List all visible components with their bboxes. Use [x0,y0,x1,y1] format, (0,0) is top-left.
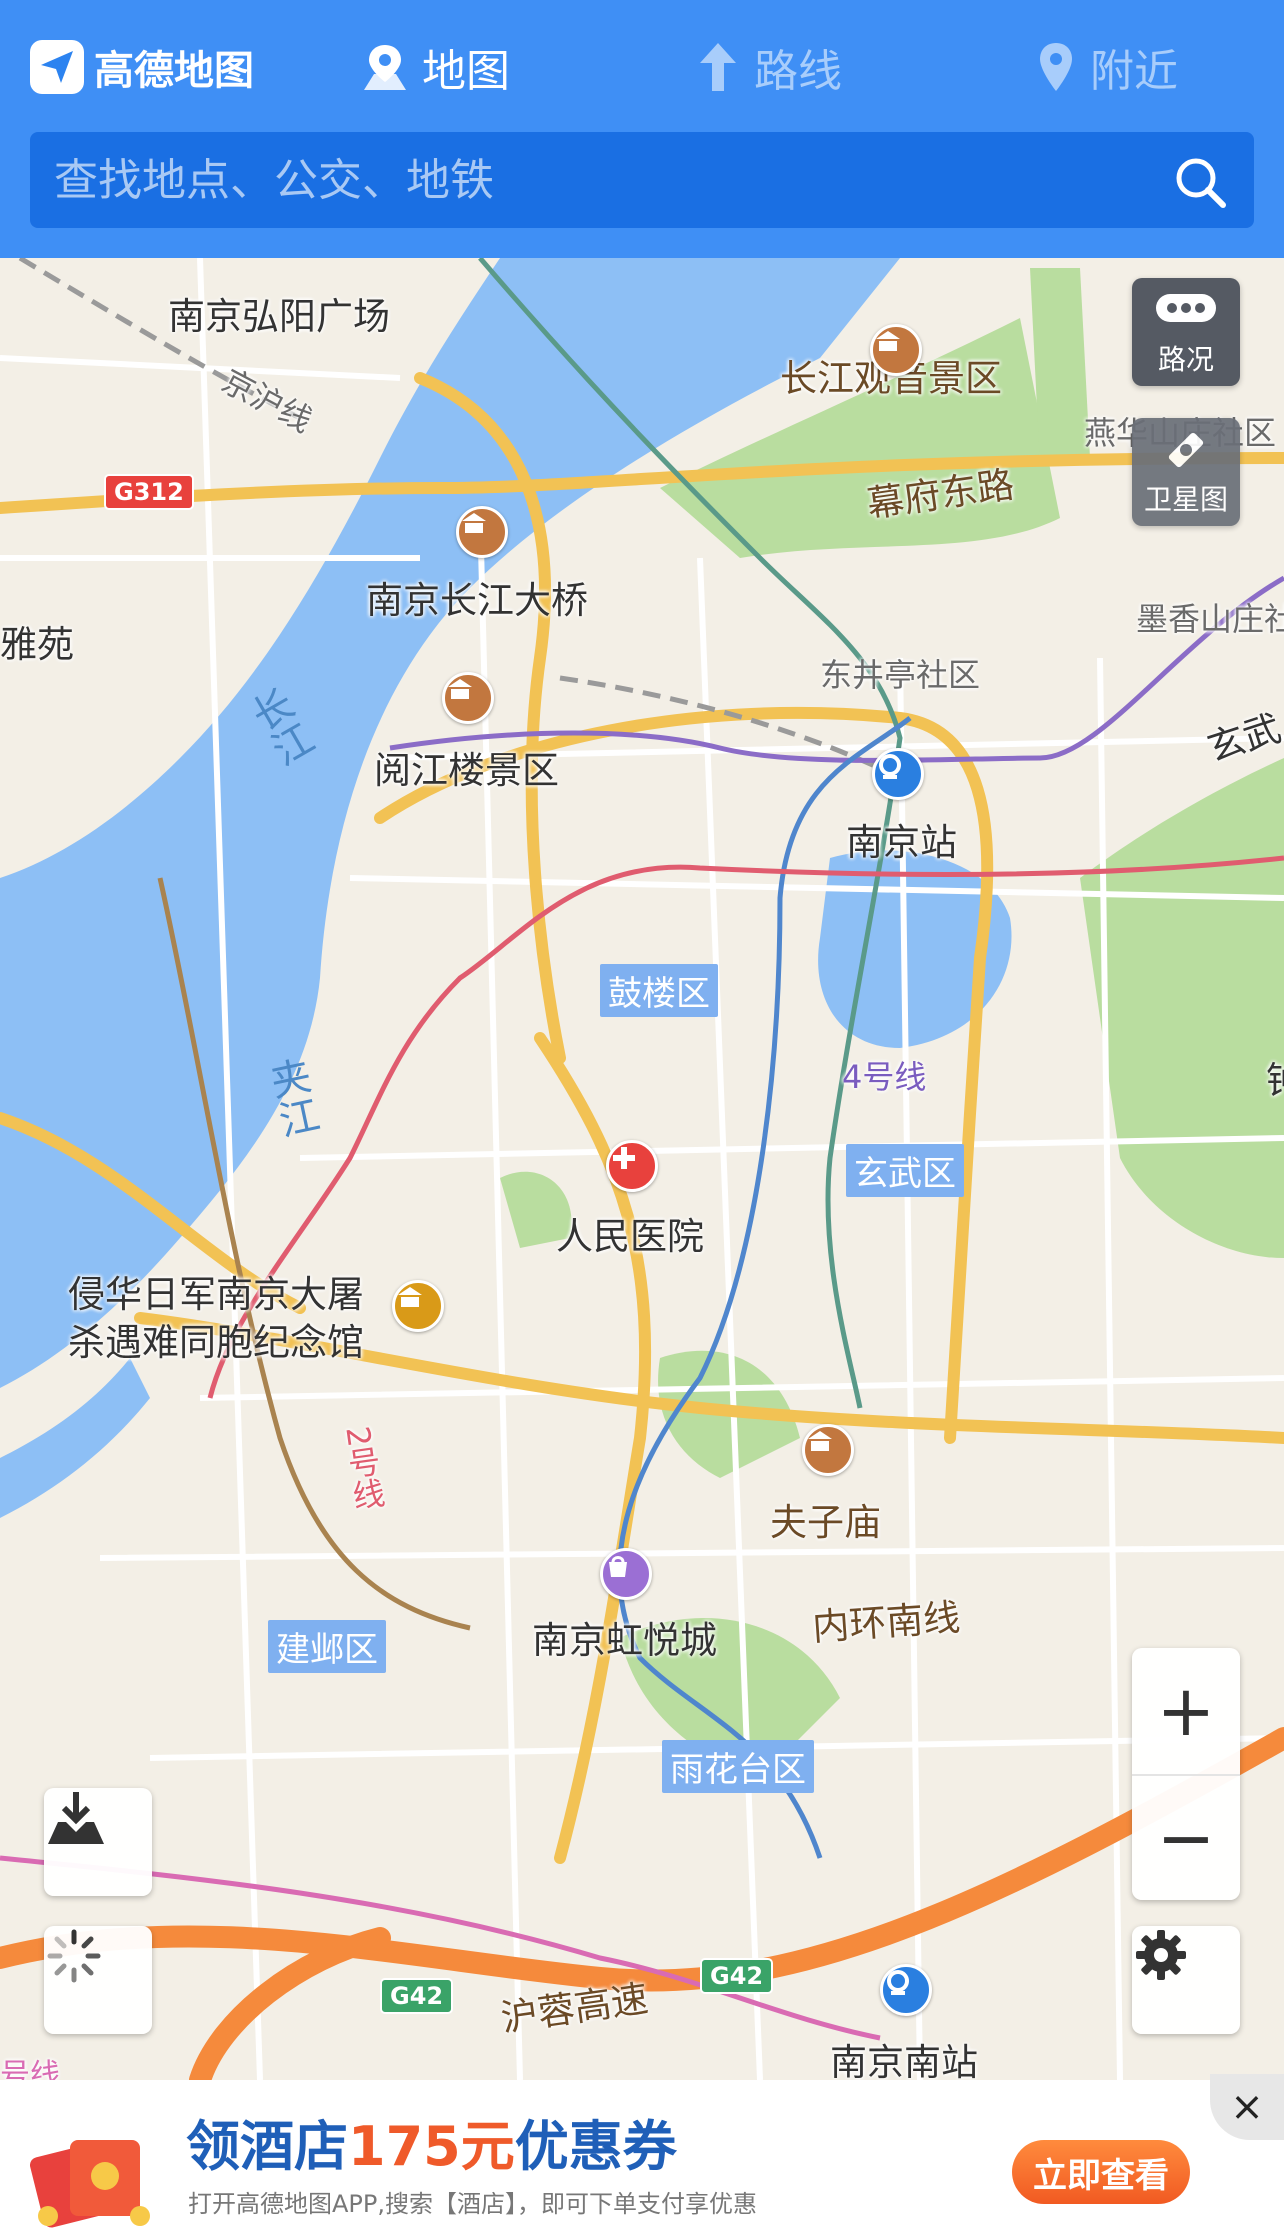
search-icon[interactable] [1172,154,1228,210]
hurong-expressway [0,1727,1284,1992]
hospital-icon[interactable] [606,1140,658,1192]
poi-label[interactable]: 夫子庙 [770,1492,881,1546]
park-area [1030,268,1090,468]
app-brand[interactable]: 高德地图 [30,38,254,96]
zoom-out-button[interactable]: − [1132,1774,1240,1900]
promo-title-pre: 领酒店 [186,2115,348,2178]
scenic-icon[interactable] [802,1424,854,1476]
poi-label[interactable]: 杀遇难同胞纪念馆 [68,1312,364,1366]
red-envelope-icon [29,2120,160,2230]
offline-map-button[interactable] [44,1788,152,1896]
scenic-icon[interactable] [442,672,494,724]
district-label[interactable]: 雨花台区 [662,1740,814,1793]
tab-nearby[interactable]: 附近 [1036,36,1178,98]
zoom-in-button[interactable]: + [1132,1648,1240,1774]
district-label[interactable]: 鼓楼区 [600,964,718,1017]
tab-nearby-label: 附近 [1090,46,1178,97]
map-pin-icon [362,42,408,92]
highway-shield: G42 [700,1958,774,1994]
zoom-control: + − [1132,1648,1240,1900]
place-label[interactable]: 东井亭社区 [820,650,980,696]
promo-subtitle: 打开高德地图APP,搜索【酒店】，即可下单支付享优惠 [188,2190,757,2218]
promo-amount: 175元 [348,2115,515,2178]
district-label[interactable]: 建邺区 [268,1620,386,1673]
traffic-label: 路况 [1157,343,1214,376]
locate-button[interactable] [44,1926,152,2034]
station-label[interactable]: 南京南站 [830,2032,978,2080]
place-label[interactable]: 阅江楼景区 [374,740,559,794]
search-input[interactable] [30,132,1170,228]
highway-shield: G312 [104,474,194,510]
place-label[interactable]: 雅苑 [0,614,74,668]
tab-route-label: 路线 [754,46,842,97]
metro-label: 4号线 [842,1058,927,1096]
scenic-icon[interactable] [456,506,508,558]
place-label: 钟 [1266,1050,1284,1104]
search-box [30,132,1254,228]
expressway-branch [189,1927,391,2080]
amap-logo-icon [30,40,84,94]
highway-shield: G42 [380,1978,454,2014]
train-station-icon[interactable] [880,1964,932,2016]
traffic-button[interactable]: 路况 [1132,278,1240,386]
top-bar: 高德地图 地图 路线 附近 [0,0,1284,258]
map-canvas[interactable]: 南京弘阳广场 京沪线 长江观音景区 幕府东路 燕华山庄社区 南京长江大桥 雅苑 … [0,258,1284,2080]
tab-route[interactable]: 路线 [696,36,842,98]
route-arrow-icon [696,41,740,93]
river-yangtze [0,258,900,1388]
map-settings-button[interactable] [1132,1926,1240,2034]
close-icon[interactable]: × [1210,2074,1284,2140]
poi-label[interactable]: 南京虹悦城 [532,1610,717,1664]
station-label[interactable]: 南京站 [846,812,957,866]
location-pin-icon [1036,41,1076,93]
promo-title-post: 优惠券 [514,2115,677,2178]
satellite-label: 卫星图 [1143,483,1228,516]
promo-banner[interactable]: 领酒店175元优惠券 打开高德地图APP,搜索【酒店】，即可下单支付享优惠 立即… [0,2074,1284,2238]
museum-icon[interactable] [392,1280,444,1332]
satellite-button[interactable]: 卫星图 [1132,418,1240,526]
road-label: 内环南线 [810,1595,962,1650]
brand-name: 高德地图 [94,48,254,94]
park-area [1080,758,1284,1258]
place-label[interactable]: 南京长江大桥 [366,570,588,624]
tab-map-label: 地图 [422,46,510,97]
shopping-icon[interactable] [600,1548,652,1600]
place-label[interactable]: 南京弘阳广场 [168,286,390,340]
metro-label: 号线 [0,2058,60,2080]
tab-map[interactable]: 地图 [362,36,510,98]
train-station-icon[interactable] [872,748,924,800]
district-label[interactable]: 玄武区 [846,1144,964,1197]
river-branch [0,1358,150,1518]
scenic-icon[interactable] [870,324,922,376]
poi-label[interactable]: 人民医院 [556,1206,704,1260]
view-now-button[interactable]: 立即查看 [1012,2140,1190,2204]
promo-title: 领酒店175元优惠券 [186,2102,677,2181]
poi-label[interactable]: 侵华日军南京大屠 [68,1264,364,1318]
place-label[interactable]: 墨香山庄社 [1136,594,1284,640]
